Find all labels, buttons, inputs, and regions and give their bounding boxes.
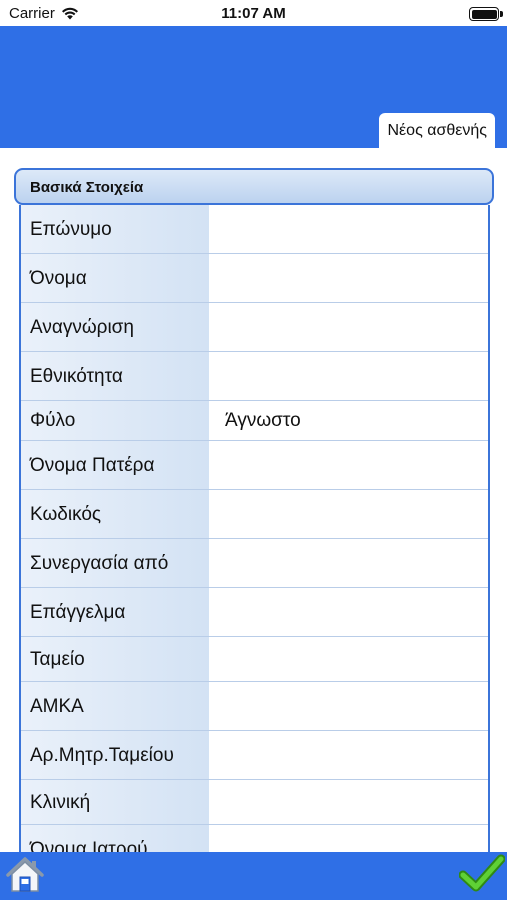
field-input-doctor-name[interactable]: [209, 825, 488, 852]
field-input-occupation[interactable]: [209, 588, 488, 636]
field-label-insurance-fund: Ταμείο: [30, 649, 85, 670]
form-label-cell: ΑΜΚΑ: [21, 682, 209, 730]
footer-toolbar: [0, 852, 507, 900]
field-label-father-name: Όνομα Πατέρα: [30, 455, 155, 476]
field-input-identification[interactable]: [209, 303, 488, 351]
field-label-referral: Συνεργασία από: [30, 553, 169, 574]
home-icon[interactable]: [4, 854, 46, 896]
form-label-cell: Αρ.Μητρ.Ταμείου: [21, 731, 209, 779]
field-input-surname[interactable]: [209, 205, 488, 253]
battery-icon: [469, 7, 499, 21]
field-input-insurance-fund[interactable]: [209, 637, 488, 681]
section-header: Βασικά Στοιχεία: [14, 168, 494, 205]
form-row-clinic[interactable]: Κλινική: [21, 780, 488, 825]
field-label-fund-registry-number: Αρ.Μητρ.Ταμείου: [30, 745, 174, 766]
status-bar: Carrier 11:07 AM: [0, 0, 507, 26]
form-label-cell: Επάγγελμα: [21, 588, 209, 636]
form-label-cell: Κλινική: [21, 780, 209, 824]
form-row-doctor-name[interactable]: Όνομα Ιατρού: [21, 825, 488, 852]
field-label-nationality: Εθνικότητα: [30, 366, 123, 387]
field-input-amka[interactable]: [209, 682, 488, 730]
patient-form: Επώνυμο Όνομα Αναγνώριση Εθνικότητα Φύλο Άγνω…: [19, 205, 490, 852]
form-row-occupation[interactable]: Επάγγελμα: [21, 588, 488, 637]
form-label-cell: Εθνικότητα: [21, 352, 209, 400]
clock: 11:07 AM: [221, 5, 286, 22]
field-label-identification: Αναγνώριση: [30, 317, 134, 338]
field-label-clinic: Κλινική: [30, 792, 91, 813]
form-label-cell: Φύλο: [21, 401, 209, 440]
form-label-cell: Κωδικός: [21, 490, 209, 538]
field-label-gender: Φύλο: [30, 410, 76, 431]
field-input-code[interactable]: [209, 490, 488, 538]
field-label-code: Κωδικός: [30, 504, 102, 525]
battery-tip: [500, 11, 503, 17]
form-label-cell: Αναγνώριση: [21, 303, 209, 351]
form-row-amka[interactable]: ΑΜΚΑ: [21, 682, 488, 731]
field-input-referral[interactable]: [209, 539, 488, 587]
form-label-cell: Ταμείο: [21, 637, 209, 681]
form-label-cell: Συνεργασία από: [21, 539, 209, 587]
form-label-cell: Όνομα Πατέρα: [21, 441, 209, 489]
tab-new-patient[interactable]: Νέος ασθενής: [379, 113, 495, 148]
section-title: Βασικά Στοιχεία: [30, 179, 144, 196]
form-row-fund-registry-number[interactable]: Αρ.Μητρ.Ταμείου: [21, 731, 488, 780]
form-row-identification[interactable]: Αναγνώριση: [21, 303, 488, 352]
field-input-gender[interactable]: Άγνωστο: [209, 401, 488, 440]
form-row-code[interactable]: Κωδικός: [21, 490, 488, 539]
field-label-occupation: Επάγγελμα: [30, 602, 126, 623]
field-label-doctor-name: Όνομα Ιατρού: [30, 839, 148, 852]
field-input-fund-registry-number[interactable]: [209, 731, 488, 779]
field-input-nationality[interactable]: [209, 352, 488, 400]
form-row-referral[interactable]: Συνεργασία από: [21, 539, 488, 588]
field-label-amka: ΑΜΚΑ: [30, 696, 84, 717]
form-label-cell: Όνομα: [21, 254, 209, 302]
form-row-insurance-fund[interactable]: Ταμείο: [21, 637, 488, 682]
checkmark-icon[interactable]: [459, 854, 505, 894]
form-row-gender[interactable]: Φύλο Άγνωστο: [21, 401, 488, 441]
field-input-father-name[interactable]: [209, 441, 488, 489]
form-label-cell: Επώνυμο: [21, 205, 209, 253]
field-label-first-name: Όνομα: [30, 268, 87, 289]
form-row-first-name[interactable]: Όνομα: [21, 254, 488, 303]
form-row-surname[interactable]: Επώνυμο: [21, 205, 488, 254]
field-input-first-name[interactable]: [209, 254, 488, 302]
field-label-surname: Επώνυμο: [30, 219, 112, 240]
field-input-clinic[interactable]: [209, 780, 488, 824]
form-row-nationality[interactable]: Εθνικότητα: [21, 352, 488, 401]
field-value-gender: Άγνωστο: [225, 410, 301, 431]
form-label-cell: Όνομα Ιατρού: [21, 825, 209, 852]
form-row-father-name[interactable]: Όνομα Πατέρα: [21, 441, 488, 490]
